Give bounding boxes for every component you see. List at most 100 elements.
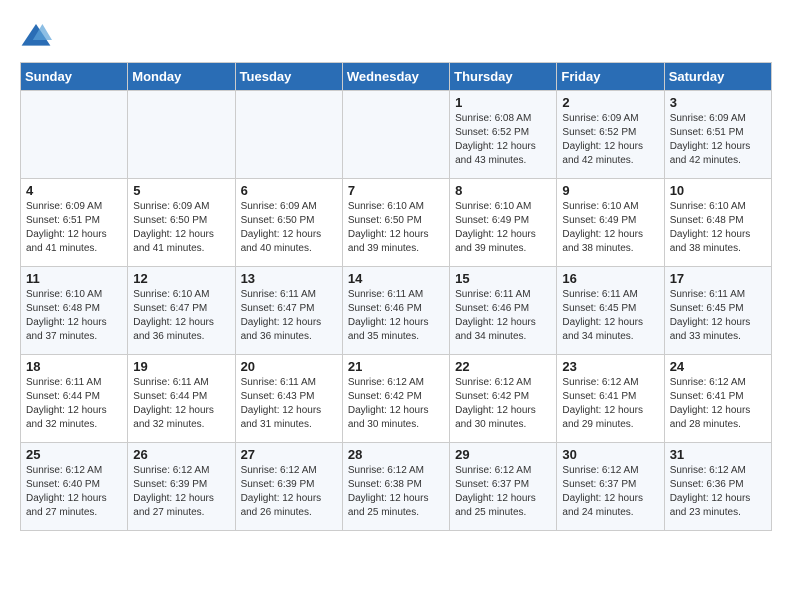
day-info: Sunrise: 6:10 AM Sunset: 6:49 PM Dayligh… (562, 200, 658, 256)
day-number: 20 (241, 359, 337, 374)
day-number: 18 (26, 359, 122, 374)
calendar-cell: 21 Sunrise: 6:12 AM Sunset: 6:42 PM Dayli… (342, 355, 449, 443)
day-info: Sunrise: 6:08 AM Sunset: 6:52 PM Dayligh… (455, 112, 551, 168)
day-info: Sunrise: 6:11 AM Sunset: 6:47 PM Dayligh… (241, 288, 337, 344)
day-number: 9 (562, 183, 658, 198)
day-of-week-header: Monday (128, 63, 235, 91)
day-number: 12 (133, 271, 229, 286)
calendar-cell: 9 Sunrise: 6:10 AM Sunset: 6:49 PM Daylig… (557, 179, 664, 267)
day-info: Sunrise: 6:11 AM Sunset: 6:45 PM Dayligh… (670, 288, 766, 344)
day-number: 17 (670, 271, 766, 286)
day-info: Sunrise: 6:12 AM Sunset: 6:37 PM Dayligh… (455, 464, 551, 520)
day-of-week-header: Friday (557, 63, 664, 91)
day-info: Sunrise: 6:11 AM Sunset: 6:44 PM Dayligh… (133, 376, 229, 432)
day-info: Sunrise: 6:12 AM Sunset: 6:41 PM Dayligh… (670, 376, 766, 432)
calendar-cell (342, 91, 449, 179)
logo (20, 20, 58, 52)
day-number: 29 (455, 447, 551, 462)
calendar-cell: 28Sunrise: 6:12 AM Sunset: 6:38 PM Dayli… (342, 443, 449, 531)
calendar-cell: 4Sunrise: 6:09 AM Sunset: 6:51 PM Daylig… (21, 179, 128, 267)
day-number: 14 (348, 271, 444, 286)
calendar-cell (235, 91, 342, 179)
calendar-cell (128, 91, 235, 179)
calendar-cell: 27 Sunrise: 6:12 AM Sunset: 6:39 PM Dayli… (235, 443, 342, 531)
day-info: Sunrise: 6:10 AM Sunset: 6:50 PM Dayligh… (348, 200, 444, 256)
day-info: Sunrise: 6:12 AM Sunset: 6:41 PM Dayligh… (562, 376, 658, 432)
calendar-cell: 5 Sunrise: 6:09 AM Sunset: 6:50 PM Daylig… (128, 179, 235, 267)
day-number: 7 (348, 183, 444, 198)
day-number: 1 (455, 95, 551, 110)
day-of-week-header: Thursday (450, 63, 557, 91)
calendar-cell: 31 Sunrise: 6:12 AM Sunset: 6:36 PM Dayli… (664, 443, 771, 531)
calendar-cell: 12 Sunrise: 6:10 AM Sunset: 6:47 PM Dayli… (128, 267, 235, 355)
day-number: 15 (455, 271, 551, 286)
calendar-cell: 2 Sunrise: 6:09 AM Sunset: 6:52 PM Daylig… (557, 91, 664, 179)
day-number: 6 (241, 183, 337, 198)
day-info: Sunrise: 6:12 AM Sunset: 6:40 PM Dayligh… (26, 464, 122, 520)
day-number: 22 (455, 359, 551, 374)
day-info: Sunrise: 6:09 AM Sunset: 6:50 PM Dayligh… (241, 200, 337, 256)
day-number: 10 (670, 183, 766, 198)
day-info: Sunrise: 6:12 AM Sunset: 6:37 PM Dayligh… (562, 464, 658, 520)
day-info: Sunrise: 6:10 AM Sunset: 6:48 PM Dayligh… (670, 200, 766, 256)
day-number: 2 (562, 95, 658, 110)
calendar-cell: 11 Sunrise: 6:10 AM Sunset: 6:48 PM Dayli… (21, 267, 128, 355)
calendar-week-row: 4Sunrise: 6:09 AM Sunset: 6:51 PM Daylig… (21, 179, 772, 267)
day-number: 11 (26, 271, 122, 286)
calendar-cell: 17 Sunrise: 6:11 AM Sunset: 6:45 PM Dayli… (664, 267, 771, 355)
day-number: 27 (241, 447, 337, 462)
day-info: Sunrise: 6:10 AM Sunset: 6:47 PM Dayligh… (133, 288, 229, 344)
day-info: Sunrise: 6:12 AM Sunset: 6:39 PM Dayligh… (133, 464, 229, 520)
day-number: 30 (562, 447, 658, 462)
calendar-cell: 3 Sunrise: 6:09 AM Sunset: 6:51 PM Daylig… (664, 91, 771, 179)
day-number: 4 (26, 183, 122, 198)
calendar-cell: 1 Sunrise: 6:08 AM Sunset: 6:52 PM Daylig… (450, 91, 557, 179)
day-info: Sunrise: 6:09 AM Sunset: 6:50 PM Dayligh… (133, 200, 229, 256)
day-info: Sunrise: 6:09 AM Sunset: 6:51 PM Dayligh… (670, 112, 766, 168)
day-info: Sunrise: 6:10 AM Sunset: 6:49 PM Dayligh… (455, 200, 551, 256)
calendar-week-row: 25 Sunrise: 6:12 AM Sunset: 6:40 PM Dayli… (21, 443, 772, 531)
day-info: Sunrise: 6:12 AM Sunset: 6:42 PM Dayligh… (455, 376, 551, 432)
day-info: Sunrise: 6:10 AM Sunset: 6:48 PM Dayligh… (26, 288, 122, 344)
calendar-cell: 6 Sunrise: 6:09 AM Sunset: 6:50 PM Daylig… (235, 179, 342, 267)
calendar-cell: 24Sunrise: 6:12 AM Sunset: 6:41 PM Dayli… (664, 355, 771, 443)
day-info: Sunrise: 6:11 AM Sunset: 6:44 PM Dayligh… (26, 376, 122, 432)
day-info: Sunrise: 6:11 AM Sunset: 6:46 PM Dayligh… (455, 288, 551, 344)
calendar-cell (21, 91, 128, 179)
calendar-cell: 23 Sunrise: 6:12 AM Sunset: 6:41 PM Dayli… (557, 355, 664, 443)
calendar-header-row: SundayMondayTuesdayWednesdayThursdayFrid… (21, 63, 772, 91)
calendar-cell: 13Sunrise: 6:11 AM Sunset: 6:47 PM Dayli… (235, 267, 342, 355)
calendar-cell: 7 Sunrise: 6:10 AM Sunset: 6:50 PM Daylig… (342, 179, 449, 267)
day-number: 5 (133, 183, 229, 198)
calendar-cell: 15 Sunrise: 6:11 AM Sunset: 6:46 PM Dayli… (450, 267, 557, 355)
calendar-week-row: 11 Sunrise: 6:10 AM Sunset: 6:48 PM Dayli… (21, 267, 772, 355)
day-number: 21 (348, 359, 444, 374)
calendar-cell: 8 Sunrise: 6:10 AM Sunset: 6:49 PM Daylig… (450, 179, 557, 267)
calendar-cell: 14Sunrise: 6:11 AM Sunset: 6:46 PM Dayli… (342, 267, 449, 355)
calendar-cell: 18 Sunrise: 6:11 AM Sunset: 6:44 PM Dayli… (21, 355, 128, 443)
day-info: Sunrise: 6:09 AM Sunset: 6:52 PM Dayligh… (562, 112, 658, 168)
day-info: Sunrise: 6:12 AM Sunset: 6:39 PM Dayligh… (241, 464, 337, 520)
calendar-cell: 10 Sunrise: 6:10 AM Sunset: 6:48 PM Dayli… (664, 179, 771, 267)
day-of-week-header: Wednesday (342, 63, 449, 91)
day-number: 8 (455, 183, 551, 198)
day-info: Sunrise: 6:11 AM Sunset: 6:45 PM Dayligh… (562, 288, 658, 344)
day-number: 31 (670, 447, 766, 462)
calendar-table: SundayMondayTuesdayWednesdayThursdayFrid… (20, 62, 772, 531)
day-number: 25 (26, 447, 122, 462)
day-of-week-header: Tuesday (235, 63, 342, 91)
day-number: 3 (670, 95, 766, 110)
day-of-week-header: Sunday (21, 63, 128, 91)
day-of-week-header: Saturday (664, 63, 771, 91)
day-number: 26 (133, 447, 229, 462)
day-info: Sunrise: 6:12 AM Sunset: 6:36 PM Dayligh… (670, 464, 766, 520)
calendar-cell: 20 Sunrise: 6:11 AM Sunset: 6:43 PM Dayli… (235, 355, 342, 443)
day-number: 23 (562, 359, 658, 374)
calendar-cell: 16Sunrise: 6:11 AM Sunset: 6:45 PM Dayli… (557, 267, 664, 355)
logo-icon (20, 20, 52, 52)
calendar-cell: 26 Sunrise: 6:12 AM Sunset: 6:39 PM Dayli… (128, 443, 235, 531)
calendar-week-row: 18 Sunrise: 6:11 AM Sunset: 6:44 PM Dayli… (21, 355, 772, 443)
calendar-cell: 30 Sunrise: 6:12 AM Sunset: 6:37 PM Dayli… (557, 443, 664, 531)
day-info: Sunrise: 6:11 AM Sunset: 6:43 PM Dayligh… (241, 376, 337, 432)
day-info: Sunrise: 6:12 AM Sunset: 6:42 PM Dayligh… (348, 376, 444, 432)
